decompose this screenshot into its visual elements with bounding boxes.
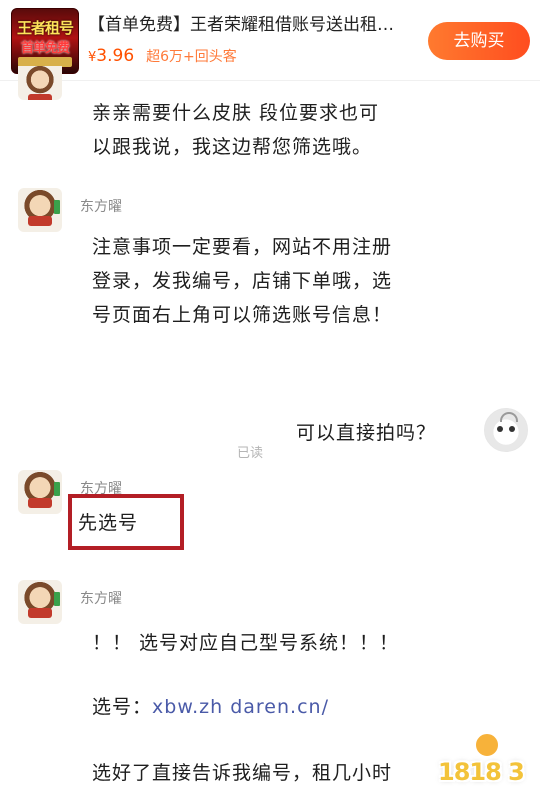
agent-avatar[interactable] <box>18 470 62 514</box>
message-line: ！！ 选号对应自己型号系统！！！ <box>92 632 400 654</box>
avatar-badge <box>54 482 60 496</box>
sender-name: 东方曜 <box>80 199 122 215</box>
price-symbol: ¥ <box>88 50 97 65</box>
agent-avatar[interactable] <box>18 580 62 624</box>
agent-avatar[interactable] <box>18 188 62 232</box>
price-value: 3.96 <box>96 46 135 66</box>
thumb-title: 王者租号 <box>16 19 74 37</box>
user-message-text: 可以直接拍吗？ <box>296 422 437 444</box>
header-divider <box>0 80 540 81</box>
link-label: 选号： <box>92 696 153 718</box>
message-text: 亲亲需要什么皮肤 段位要求也可 以跟我说，我这边帮您筛选哦。 <box>92 96 512 164</box>
avatar-badge <box>54 200 60 214</box>
sender-name: 东方曜 <box>80 591 122 607</box>
watermark-text: 1818 3 <box>438 758 525 786</box>
message-line: 亲亲需要什么皮肤 段位要求也可 <box>92 102 380 124</box>
sales-badge: 超6万+回头客 <box>146 49 237 65</box>
buy-button[interactable]: 去购买 <box>428 22 530 60</box>
product-card[interactable]: 王者租号 首单免费 【首单免费】王者荣耀租借账号送出租… ¥ 3.96 超6万+… <box>0 0 540 80</box>
avatar-badge <box>54 592 60 606</box>
agent-avatar[interactable] <box>18 66 62 100</box>
watermark-logo: 1818 3 <box>430 730 534 796</box>
user-avatar[interactable] <box>484 408 528 452</box>
message-line: 选号：xbw.zh daren.cn/ <box>92 692 329 719</box>
message-text: 注意事项一定要看，网站不用注册 登录，发我编号，店铺下单哦，选 号页面右上角可以… <box>92 230 532 332</box>
price-row: ¥ 3.96 超6万+回头客 <box>88 46 237 68</box>
url-link[interactable]: xbw.zh daren.cn/ <box>152 696 329 718</box>
message-line: 号页面右上角可以筛选账号信息！ <box>92 304 393 326</box>
product-title[interactable]: 【首单免费】王者荣耀租借账号送出租… <box>88 10 424 35</box>
product-thumbnail[interactable]: 王者租号 首单免费 <box>11 8 79 74</box>
message-line: 以跟我说，我这边帮您筛选哦。 <box>92 136 373 158</box>
sun-icon <box>474 732 500 758</box>
message-text: 先选号 <box>78 512 139 534</box>
message-line: 选好了直接告诉我编号，租几小时 <box>92 762 393 784</box>
message-line: 注意事项一定要看，网站不用注册 <box>92 236 393 258</box>
read-receipt: 已读 <box>237 446 264 461</box>
thumb-subtitle: 首单免费 <box>20 41 70 56</box>
message-line: 登录，发我编号，店铺下单哦，选 <box>92 270 393 292</box>
